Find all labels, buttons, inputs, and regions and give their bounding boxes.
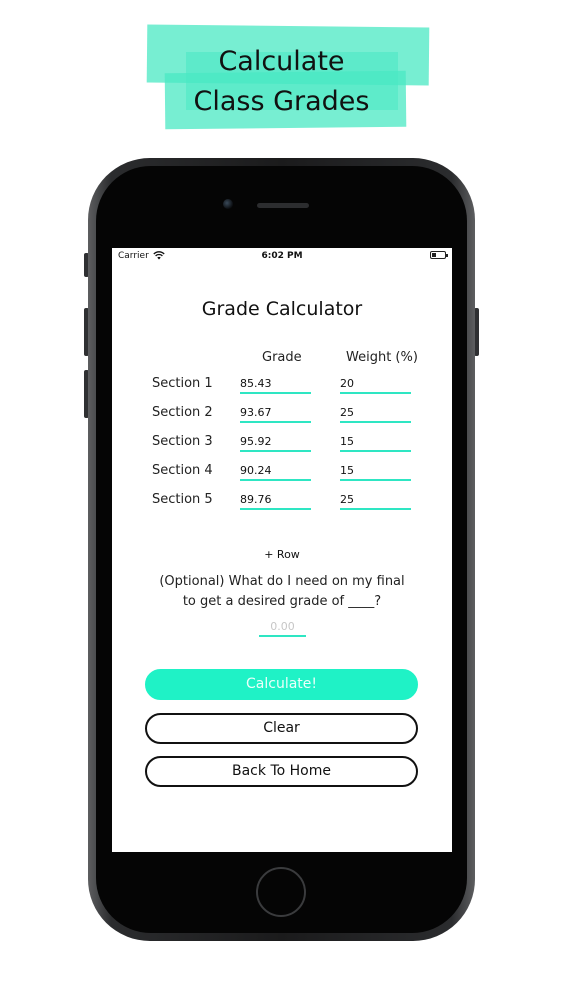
grade-input[interactable]	[240, 432, 311, 452]
weight-input[interactable]	[340, 461, 411, 481]
add-row-button[interactable]: + Row	[112, 548, 452, 561]
section-label: Section 2	[152, 405, 213, 420]
desired-grade-input[interactable]	[259, 617, 306, 637]
calculate-button[interactable]: Calculate!	[145, 669, 418, 700]
home-button[interactable]	[256, 867, 306, 917]
weight-input[interactable]	[340, 403, 411, 423]
banner-title-line1: Calculate	[218, 46, 345, 77]
desired-grade-prompt: (Optional) What do I need on my final to…	[112, 572, 452, 612]
section-label: Section 4	[152, 463, 213, 478]
status-bar: Carrier 6:02 PM	[112, 248, 452, 266]
promo-banner: Calculate Class Grades	[0, 0, 563, 140]
grade-input[interactable]	[240, 374, 311, 394]
section-label: Section 3	[152, 434, 213, 449]
prompt-line-1: (Optional) What do I need on my final	[159, 574, 405, 589]
section-label: Section 5	[152, 492, 213, 507]
page-title: Grade Calculator	[201, 298, 363, 320]
grade-column-header: Grade	[262, 350, 302, 365]
grade-input[interactable]	[240, 461, 311, 481]
banner-title-line2: Class Grades	[193, 86, 370, 117]
grade-input[interactable]	[240, 490, 311, 510]
weight-input[interactable]	[340, 490, 411, 510]
section-label: Section 1	[152, 376, 213, 391]
prompt-line-2: to get a desired grade of ____?	[182, 594, 382, 609]
front-camera	[223, 199, 233, 209]
weight-input[interactable]	[340, 432, 411, 452]
weight-column-header: Weight (%)	[346, 350, 418, 365]
clear-button[interactable]: Clear	[145, 713, 418, 744]
weight-input[interactable]	[340, 374, 411, 394]
earpiece-speaker	[257, 203, 309, 208]
app-screen: Carrier 6:02 PM Grade Calculator Grade W…	[112, 248, 452, 852]
battery-icon	[430, 251, 448, 259]
status-time: 6:02 PM	[261, 251, 303, 261]
grade-input[interactable]	[240, 403, 311, 423]
back-to-home-button[interactable]: Back To Home	[145, 756, 418, 787]
